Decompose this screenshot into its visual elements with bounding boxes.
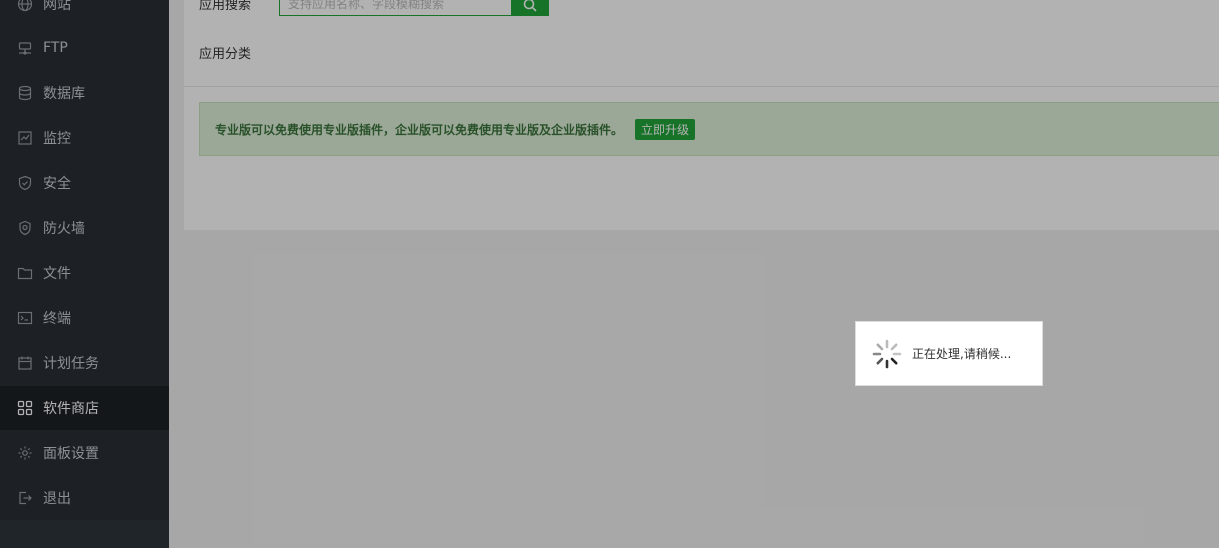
loading-dialog: 正在处理,请稍候... [855, 321, 1043, 386]
loading-text: 正在处理,请稍候... [912, 347, 1012, 361]
loading-spinner-icon [872, 339, 902, 368]
modal-overlay [0, 0, 1219, 548]
